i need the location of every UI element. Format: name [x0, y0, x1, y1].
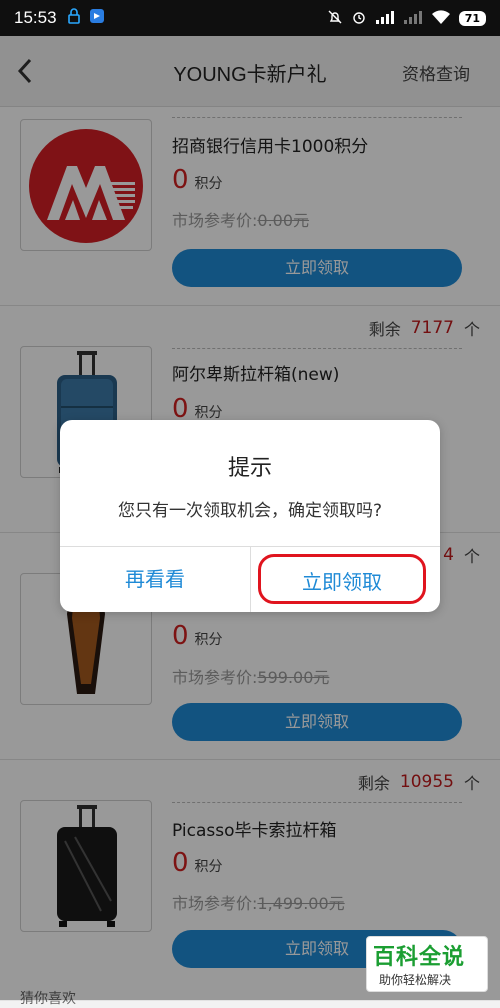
wifi-icon [431, 9, 451, 27]
dialog-cancel-button[interactable]: 再看看 [60, 546, 250, 612]
app-notification-icon [89, 8, 105, 28]
mute-icon [327, 9, 343, 28]
status-time: 15:53 [14, 8, 57, 27]
alarm-icon [351, 9, 367, 28]
baike-watermark-logo: 百科全说 助你轻松解决 [366, 936, 488, 992]
confirm-dialog: 提示 您只有一次领取机会，确定领取吗? 再看看 立即领取 [60, 420, 440, 612]
lock-icon [67, 8, 81, 28]
dialog-title: 提示 [227, 456, 272, 481]
battery-icon: 71 [458, 10, 486, 26]
signal-icon [375, 10, 395, 27]
signal-weak-icon [403, 10, 423, 27]
dialog-confirm-button[interactable]: 立即领取 [258, 554, 426, 604]
dialog-divider-vertical [250, 546, 251, 612]
status-bar: 15:53 71 [0, 0, 500, 36]
dialog-message: 您只有一次领取机会，确定领取吗? [117, 501, 383, 521]
